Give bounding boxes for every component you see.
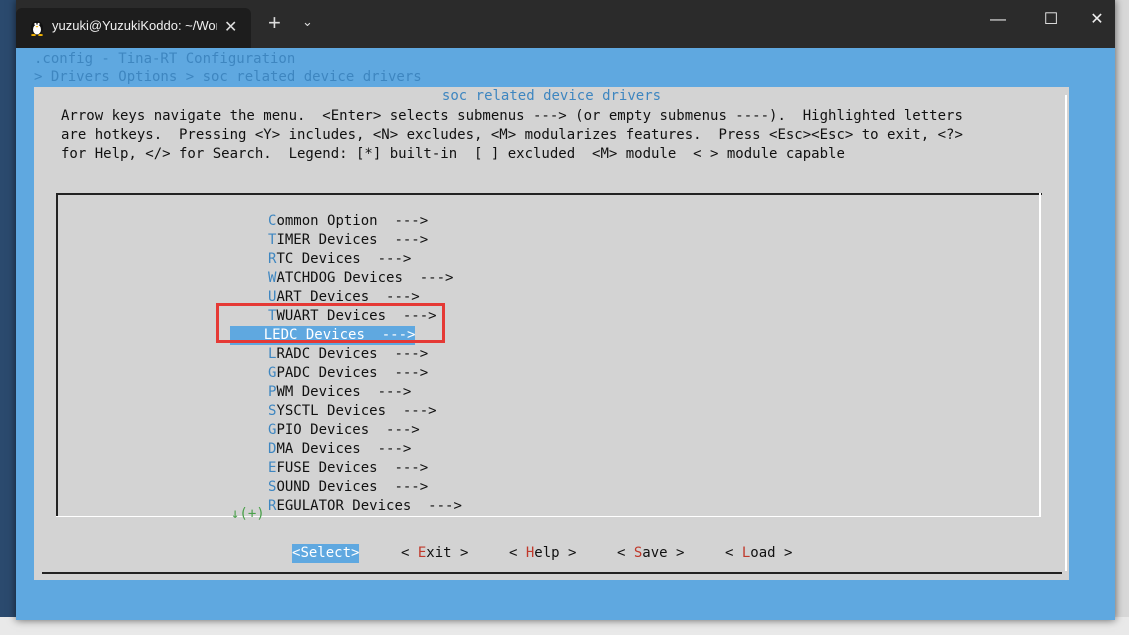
menu-item[interactable]: WATCHDOG Devices ---> (268, 269, 453, 288)
menu-item[interactable]: LRADC Devices ---> (268, 345, 428, 364)
menu-item-label: PIO Devices ---> (276, 422, 420, 438)
terminal-area[interactable]: .config - Tina-RT Configuration > Driver… (16, 48, 1115, 620)
menu-item[interactable]: SYSCTL Devices ---> (268, 402, 437, 421)
button-bracket: < (725, 545, 742, 561)
button-bracket: < (401, 545, 418, 561)
linux-penguin-icon (31, 21, 43, 36)
dialog-right-border (1059, 95, 1067, 571)
scroll-more-indicator: ↓(+) (231, 506, 265, 522)
button-label: elp > (534, 545, 577, 561)
menu-item[interactable]: DMA Devices ---> (268, 440, 411, 459)
dialog-button[interactable]: < Save > (617, 544, 684, 563)
menu-item[interactable]: EFUSE Devices ---> (268, 459, 428, 478)
terminal-tab[interactable]: yuzuki@YuzukiKoddo: ~/Work ✕ (16, 8, 251, 48)
tab-dropdown-icon[interactable]: ⌄ (302, 14, 313, 30)
dialog-button[interactable]: <Select> (292, 544, 360, 563)
menu-item-label: WM Devices ---> (276, 384, 412, 400)
button-bracket: < (509, 545, 526, 561)
help-text: Arrow keys navigate the menu. <Enter> se… (61, 107, 963, 164)
highlight-annotation-box (216, 303, 445, 343)
menu-box-bottom-border (56, 516, 1041, 517)
dialog-button[interactable]: < Help > (509, 544, 576, 563)
menu-item-label: FUSE Devices ---> (276, 460, 429, 476)
new-tab-button[interactable]: + (268, 12, 281, 34)
menu-list-box (56, 193, 1042, 517)
button-label: xit > (426, 545, 469, 561)
help-line: Arrow keys navigate the menu. <Enter> se… (61, 108, 963, 124)
menu-item-label: MA Devices ---> (276, 441, 412, 457)
menu-item-label: OUND Devices ---> (276, 479, 429, 495)
menu-item[interactable]: PWM Devices ---> (268, 383, 411, 402)
menu-item-label: IMER Devices ---> (276, 232, 429, 248)
minimize-button[interactable]: — (975, 8, 1021, 32)
breadcrumb: > Drivers Options > soc related device d… (34, 69, 422, 85)
dialog-title: soc related device drivers (441, 88, 662, 104)
menuconfig-header: .config - Tina-RT Configuration (34, 51, 296, 67)
tab-close-icon[interactable]: ✕ (224, 17, 237, 37)
dialog-button[interactable]: < Exit > (401, 544, 468, 563)
menu-item-label: ommon Option ---> (276, 213, 429, 229)
menu-item[interactable]: RTC Devices ---> (268, 250, 411, 269)
menu-item[interactable]: SOUND Devices ---> (268, 478, 428, 497)
desktop-right-strip (1115, 0, 1129, 635)
tab-title: yuzuki@YuzukiKoddo: ~/Work (52, 18, 217, 33)
menu-item[interactable]: REGULATOR Devices ---> (268, 497, 462, 516)
maximize-button[interactable]: ☐ (1028, 8, 1074, 32)
help-line: for Help, </> for Search. Legend: [*] bu… (61, 146, 845, 162)
menu-item-label: EGULATOR Devices ---> (276, 498, 462, 514)
menu-item-label: TC Devices ---> (276, 251, 412, 267)
menu-dialog: soc related device drivers Arrow keys na… (34, 87, 1069, 580)
close-button[interactable]: ✕ (1074, 8, 1120, 32)
desktop-left-strip (0, 0, 16, 635)
button-label: ave > (642, 545, 685, 561)
menu-box-right-border (1039, 193, 1041, 517)
help-line: are hotkeys. Pressing <Y> includes, <N> … (61, 127, 963, 143)
button-bracket: < (617, 545, 634, 561)
terminal-window: yuzuki@YuzukiKoddo: ~/Work ✕ + ⌄ — ☐ ✕ .… (16, 0, 1115, 620)
dialog-button[interactable]: < Load > (725, 544, 792, 563)
button-label: oad > (750, 545, 793, 561)
menu-item[interactable]: Common Option ---> (268, 212, 428, 231)
menu-item[interactable]: GPADC Devices ---> (268, 364, 428, 383)
menu-item-label: ATCHDOG Devices ---> (276, 270, 454, 286)
button-label: elect> (308, 545, 360, 561)
menu-item-label: RADC Devices ---> (276, 346, 429, 362)
menu-item-label: PADC Devices ---> (276, 365, 429, 381)
dialog-bottom-border (42, 572, 1062, 574)
menu-item-label: YSCTL Devices ---> (276, 403, 437, 419)
title-bar[interactable]: yuzuki@YuzukiKoddo: ~/Work ✕ + ⌄ — ☐ ✕ (16, 0, 1115, 48)
button-hotkey: S (300, 545, 309, 561)
menu-item[interactable]: TIMER Devices ---> (268, 231, 428, 250)
menu-item[interactable]: GPIO Devices ---> (268, 421, 420, 440)
